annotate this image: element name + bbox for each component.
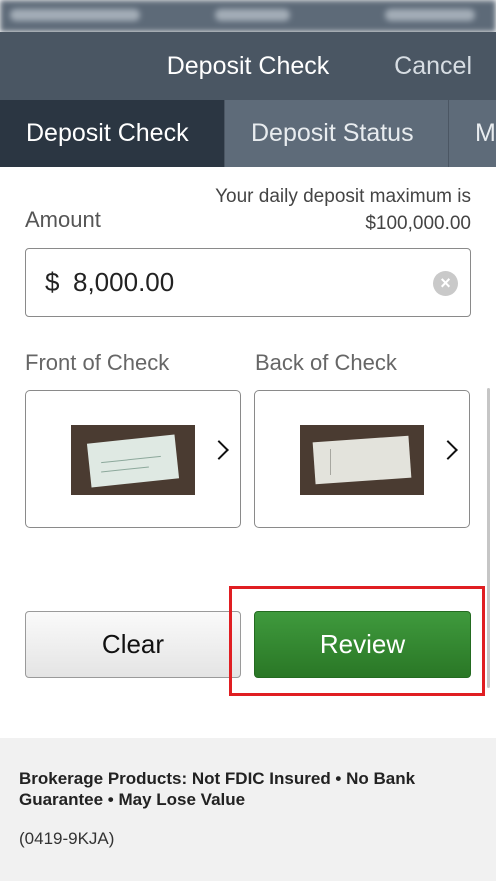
status-bar [0, 0, 496, 32]
front-check-capture[interactable] [25, 390, 241, 528]
chevron-right-icon [438, 440, 458, 460]
deposit-limit-amount: $100,000.00 [365, 213, 471, 234]
chevron-right-icon [209, 440, 229, 460]
disclosure-code: (0419-9KJA) [19, 829, 115, 848]
back-check-capture[interactable] [254, 390, 470, 528]
cancel-button[interactable]: Cancel [394, 50, 472, 82]
deposit-limit-text: Your daily deposit maximum is [215, 186, 471, 207]
back-of-check-label: Back of Check [255, 350, 397, 375]
front-of-check-label: Front of Check [25, 350, 170, 375]
back-check-thumbnail [300, 425, 424, 495]
tab-more[interactable]: M [448, 100, 496, 167]
disclaimer-text: Brokerage Products: Not FDIC Insured • N… [19, 769, 416, 809]
amount-input[interactable]: $ 8,000.00 × [25, 248, 471, 317]
currency-symbol: $ [45, 267, 60, 297]
tab-deposit-status[interactable]: Deposit Status [224, 100, 448, 167]
tab-bar: Deposit Check Deposit Status M [0, 100, 496, 167]
review-highlight-box [229, 586, 485, 696]
front-check-thumbnail [71, 425, 195, 495]
tab-deposit-check[interactable]: Deposit Check [0, 100, 224, 167]
amount-value[interactable]: 8,000.00 [73, 267, 174, 298]
clear-input-icon[interactable]: × [433, 271, 458, 296]
amount-label: Amount [25, 207, 101, 232]
deposit-limit-note: Your daily deposit maximum is $100,000.0… [215, 183, 471, 237]
scrollbar[interactable] [487, 388, 490, 688]
clear-button[interactable]: Clear [25, 611, 241, 678]
